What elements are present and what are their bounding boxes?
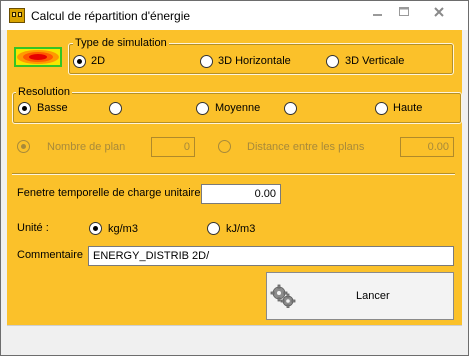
close-icon bbox=[434, 7, 444, 17]
radio-basse[interactable] bbox=[18, 102, 31, 115]
radio-kj-m3[interactable] bbox=[207, 222, 220, 235]
lancer-button-label: Lancer bbox=[356, 290, 390, 302]
radio-2d-label: 2D bbox=[91, 55, 106, 67]
title-bar[interactable]: Calcul de répartition d'énergie bbox=[1, 1, 468, 30]
radio-3d-verticale[interactable] bbox=[326, 55, 339, 68]
resolution-label: Resolution bbox=[16, 86, 72, 99]
close-button[interactable] bbox=[417, 2, 461, 22]
radio-kg-m3-label: kg/m3 bbox=[108, 223, 138, 235]
distance-plans-label: Distance entre les plans bbox=[247, 141, 365, 153]
radio-2d[interactable] bbox=[73, 55, 86, 68]
radio-3d-horizontale[interactable] bbox=[200, 55, 213, 68]
maximize-button[interactable] bbox=[391, 2, 417, 22]
window-title: Calcul de répartition d'énergie bbox=[31, 9, 191, 23]
maximize-icon bbox=[399, 7, 409, 16]
radio-3d-verticale-label: 3D Verticale bbox=[345, 55, 405, 67]
radio-3d-horizontale-label: 3D Horizontale bbox=[218, 55, 291, 67]
simulation-type-label: Type de simulation bbox=[73, 37, 169, 50]
radio-resolution-2[interactable] bbox=[109, 102, 122, 115]
radio-kj-m3-label: kJ/m3 bbox=[226, 223, 256, 235]
radio-resolution-4[interactable] bbox=[284, 102, 297, 115]
radio-basse-label: Basse bbox=[37, 102, 68, 114]
nombre-de-plan-field[interactable]: 0 bbox=[151, 137, 195, 157]
commentaire-field[interactable]: ENERGY_DISTRIB 2D/ bbox=[88, 246, 454, 266]
status-bar bbox=[7, 325, 462, 349]
radio-haute-label: Haute bbox=[393, 102, 423, 114]
radio-moyenne-label: Moyenne bbox=[215, 102, 261, 114]
commentaire-label: Commentaire bbox=[17, 249, 84, 261]
minimize-button[interactable] bbox=[365, 2, 391, 22]
nombre-de-plan-label: Nombre de plan bbox=[47, 141, 126, 153]
gears-icon bbox=[270, 284, 296, 309]
fenetre-field[interactable]: 0.00 bbox=[201, 184, 281, 204]
lancer-button[interactable]: Lancer bbox=[266, 272, 454, 320]
app-icon bbox=[9, 8, 25, 23]
distance-plans-field[interactable]: 0.00 bbox=[400, 137, 454, 157]
fenetre-label: Fenetre temporelle de charge unitaire bbox=[17, 187, 201, 199]
unite-label: Unité : bbox=[17, 222, 49, 234]
radio-distance-plans[interactable] bbox=[218, 140, 231, 153]
radio-moyenne[interactable] bbox=[196, 102, 209, 115]
separator bbox=[12, 173, 455, 175]
radio-kg-m3[interactable] bbox=[89, 222, 102, 235]
radio-haute[interactable] bbox=[375, 102, 388, 115]
energy-preview-image bbox=[14, 47, 62, 67]
minimize-icon bbox=[373, 14, 382, 16]
radio-nombre-de-plan[interactable] bbox=[17, 140, 30, 153]
